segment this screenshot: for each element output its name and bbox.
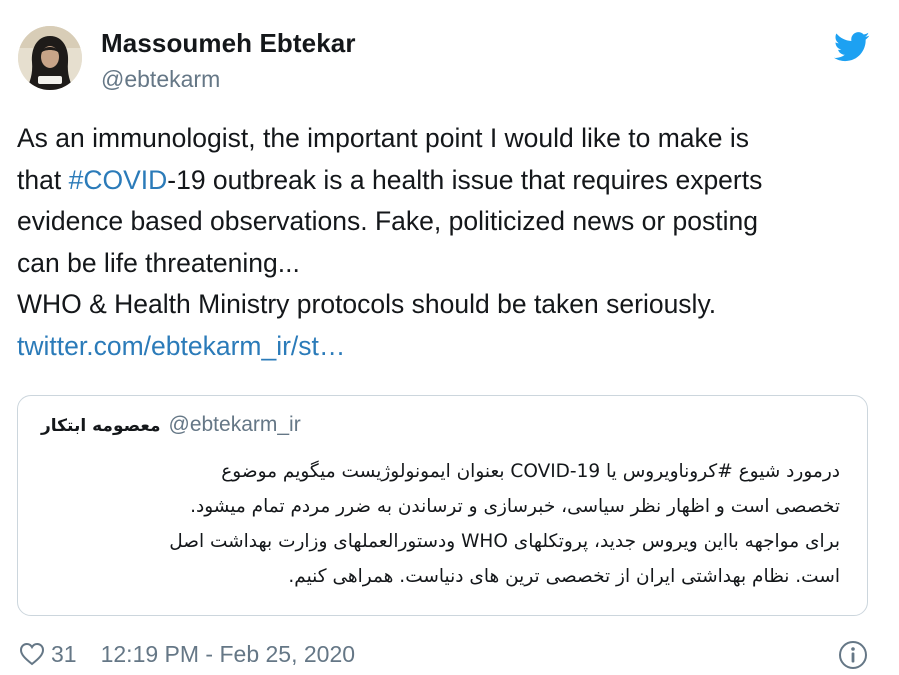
twitter-bird-icon[interactable]	[834, 32, 870, 62]
quoted-tweet-line: تخصصی است و اظهار نظر سیاسی، خبرسازی و ت…	[190, 496, 840, 517]
quoted-tweet-header: معصومه ابتکار @ebtekarm_ir	[41, 413, 301, 437]
heart-icon[interactable]	[19, 642, 45, 666]
author-avatar[interactable]	[18, 26, 82, 90]
tweet-footer: 31 12:19 PM - Feb 25, 2020	[19, 638, 355, 670]
author-handle[interactable]: @ebtekarm	[101, 66, 220, 93]
tweet-line: evidence based observations. Fake, polit…	[17, 206, 758, 236]
tweet-text: As an immunologist, the important point …	[17, 118, 882, 367]
tweet-line: can be life threatening...	[17, 247, 300, 278]
tweet-text-segment: -19 outbreak is a health issue that requ…	[167, 164, 763, 195]
quoted-tweet[interactable]: معصومه ابتکار @ebtekarm_ir درمورد شیوع #ک…	[17, 395, 868, 616]
quoted-tweet-line: برای مواجهه بااین ویروس جدید، پروتکلهای …	[169, 531, 840, 552]
profile-photo-icon	[18, 26, 82, 90]
like-count[interactable]: 31	[51, 641, 77, 668]
tweet-line: WHO & Health Ministry protocols should b…	[17, 289, 717, 319]
quoted-tweet-line: است. نظام بهداشتی ایران از تخصصی ترین ها…	[288, 566, 840, 587]
quoted-tweet-line: درمورد شیوع #کروناویروس یا COVID-19 بعنو…	[221, 461, 840, 482]
tweet-line: As an immunologist, the important point …	[17, 123, 750, 153]
quoted-author-name[interactable]: معصومه ابتکار	[41, 416, 161, 436]
tweet-card: Massoumeh Ebtekar @ebtekarm As an immuno…	[0, 0, 899, 675]
info-icon[interactable]	[838, 640, 868, 670]
quoted-tweet-text: درمورد شیوع #کروناویروس یا COVID-19 بعنو…	[30, 454, 840, 594]
hashtag-link[interactable]: #COVID	[69, 165, 168, 195]
tweet-line: that #COVID-19 outbreak is a health issu…	[17, 160, 882, 202]
tweet-text-segment: that	[17, 164, 69, 195]
tweet-url-link[interactable]: twitter.com/ebtekarm_ir/st…	[17, 326, 882, 368]
tweet-timestamp[interactable]: 12:19 PM - Feb 25, 2020	[101, 641, 355, 668]
quoted-author-handle[interactable]: @ebtekarm_ir	[169, 413, 301, 436]
author-display-name[interactable]: Massoumeh Ebtekar	[101, 28, 356, 59]
